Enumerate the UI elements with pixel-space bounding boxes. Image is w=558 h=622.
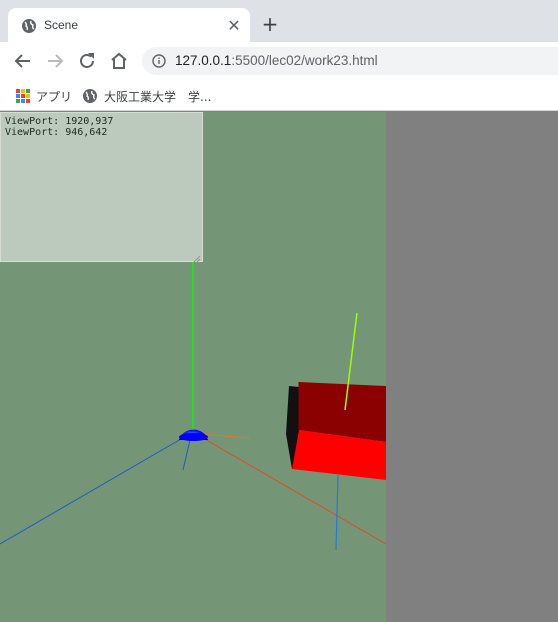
local-z-axis-line [182, 439, 191, 471]
bookmarks-bar: アプリ 大阪工業大学 学... [0, 80, 558, 111]
apps-grid-icon [16, 89, 30, 103]
bookmark-label: 大阪工業大学 学... [104, 89, 212, 104]
globe-icon [83, 89, 97, 103]
arrow-right-icon [48, 54, 64, 68]
new-tab-button[interactable]: + [258, 13, 282, 37]
viewport-info-line: ViewPort: 1920,937 [5, 116, 114, 127]
bookmark-oit[interactable]: 大阪工業大学 学... [82, 86, 211, 106]
info-icon[interactable] [152, 54, 166, 68]
address-bar[interactable]: 127.0.0.1:5500/lec02/work23.html [142, 47, 558, 75]
url-text[interactable]: 127.0.0.1:5500/lec02/work23.html [175, 53, 378, 68]
tab-title: Scene [44, 18, 79, 32]
tab-strip: Scene ✕ + [0, 0, 558, 42]
close-icon[interactable]: ✕ [225, 17, 243, 35]
resize-grip-icon[interactable] [192, 251, 201, 264]
viewport-info-panel: ViewPort: 1920,937 ViewPort: 946,642 [0, 112, 203, 264]
blue-sphere-base [179, 433, 208, 441]
browser-tab[interactable]: Scene ✕ [8, 8, 250, 42]
bookmark-label: アプリ [36, 89, 73, 104]
toolbar: 127.0.0.1:5500/lec02/work23.html [0, 42, 558, 80]
globe-icon [21, 18, 37, 34]
z-axis-line [0, 431, 194, 545]
back-button[interactable] [11, 49, 35, 73]
arrow-left-icon [14, 54, 30, 68]
url-host: 127.0.0.1 [175, 53, 232, 68]
scene-canvas[interactable]: ViewPort: 1920,937 ViewPort: 946,642 [0, 112, 387, 622]
box-z-axis-line [335, 474, 339, 551]
home-button[interactable] [107, 49, 131, 73]
home-icon [111, 52, 127, 69]
bookmark-apps[interactable]: アプリ [16, 86, 72, 106]
viewport-info-line: ViewPort: 946,642 [5, 127, 108, 138]
url-path: :5500/lec02/work23.html [231, 53, 378, 68]
forward-button[interactable] [43, 49, 67, 73]
reload-button[interactable] [75, 49, 99, 73]
page-viewport: ViewPort: 1920,937 ViewPort: 946,642 [0, 112, 558, 622]
reload-icon [80, 53, 94, 68]
